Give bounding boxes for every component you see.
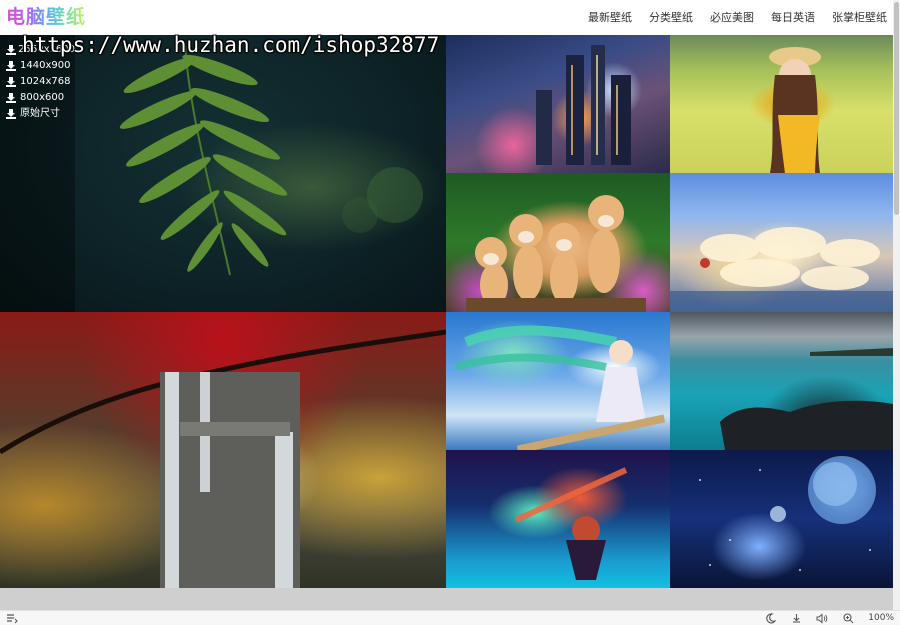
- nav-zhang-wallpaper[interactable]: 张掌柜壁纸: [832, 0, 887, 35]
- warrior-graphic: [514, 467, 628, 580]
- zoom-icon[interactable]: [842, 612, 854, 624]
- waterfall-graphic: [0, 329, 446, 588]
- site-logo[interactable]: 电脑壁纸: [6, 0, 86, 35]
- wallpaper-cloud-sky[interactable]: [670, 173, 893, 312]
- nav-categories[interactable]: 分类壁纸: [649, 0, 693, 35]
- download-icon: [6, 61, 16, 71]
- resolution-1440x900[interactable]: 1440x900: [0, 58, 75, 74]
- nav-daily-english[interactable]: 每日英语: [771, 0, 815, 35]
- resolution-label: 1440x900: [20, 60, 71, 71]
- scrollbar-thumb[interactable]: [894, 2, 899, 215]
- anime-girl-graphic: [454, 325, 666, 450]
- clouds-graphic: [670, 227, 893, 312]
- main-nav: 最新壁纸 分类壁纸 必应美图 每日英语 张掌柜壁纸: [571, 0, 887, 35]
- resolution-1024x768[interactable]: 1024x768: [0, 74, 75, 90]
- download-icon: [6, 45, 16, 55]
- wallpaper-city-night[interactable]: [446, 35, 670, 173]
- kittens-graphic: [466, 195, 646, 312]
- nav-bing[interactable]: 必应美图: [710, 0, 754, 35]
- site-header: 电脑壁纸 最新壁纸 分类壁纸 必应美图 每日英语 张掌柜壁纸: [0, 0, 893, 35]
- vertical-scrollbar[interactable]: [893, 0, 900, 610]
- wallpaper-space-planets[interactable]: [670, 450, 893, 588]
- wallpaper-waterfall-autumn[interactable]: [0, 312, 446, 588]
- girl-portrait-graphic: [769, 47, 821, 173]
- wallpaper-kittens[interactable]: [446, 173, 670, 312]
- resolution-label: 800x600: [20, 92, 65, 103]
- page-footer-band: [0, 588, 893, 610]
- sea-rocks-graphic: [720, 348, 893, 450]
- wallpaper-grid: [0, 35, 893, 588]
- wallpaper-anime-warrior[interactable]: [446, 450, 670, 588]
- wallpaper-sea-rocks[interactable]: [670, 312, 893, 450]
- download-icon: [6, 93, 16, 103]
- browser-statusbar: 100%: [0, 610, 900, 625]
- wallpaper-girl-field[interactable]: [670, 35, 893, 173]
- resolution-menu: 2560x1600 1440x900 1024x768 800x600 原始尺寸: [0, 35, 75, 312]
- zoom-level[interactable]: 100%: [868, 612, 894, 625]
- download-icon: [6, 109, 16, 119]
- resolution-800x600[interactable]: 800x600: [0, 90, 75, 106]
- download-icon: [6, 77, 16, 87]
- skyscraper-graphic: [536, 45, 631, 165]
- nav-latest[interactable]: 最新壁纸: [588, 0, 632, 35]
- download-manager-icon[interactable]: [790, 613, 802, 624]
- planets-graphic: [699, 456, 876, 571]
- volume-icon[interactable]: [816, 612, 828, 624]
- night-mode-icon[interactable]: [764, 612, 777, 624]
- reading-list-icon[interactable]: [6, 613, 18, 624]
- resolution-label: 原始尺寸: [20, 108, 60, 119]
- wallpaper-anime-girl[interactable]: [446, 312, 670, 450]
- resolution-original[interactable]: 原始尺寸: [0, 106, 75, 122]
- resolution-label: 1024x768: [20, 76, 71, 87]
- watermark-text: https://www.huzhan.com/ishop32877: [22, 33, 440, 57]
